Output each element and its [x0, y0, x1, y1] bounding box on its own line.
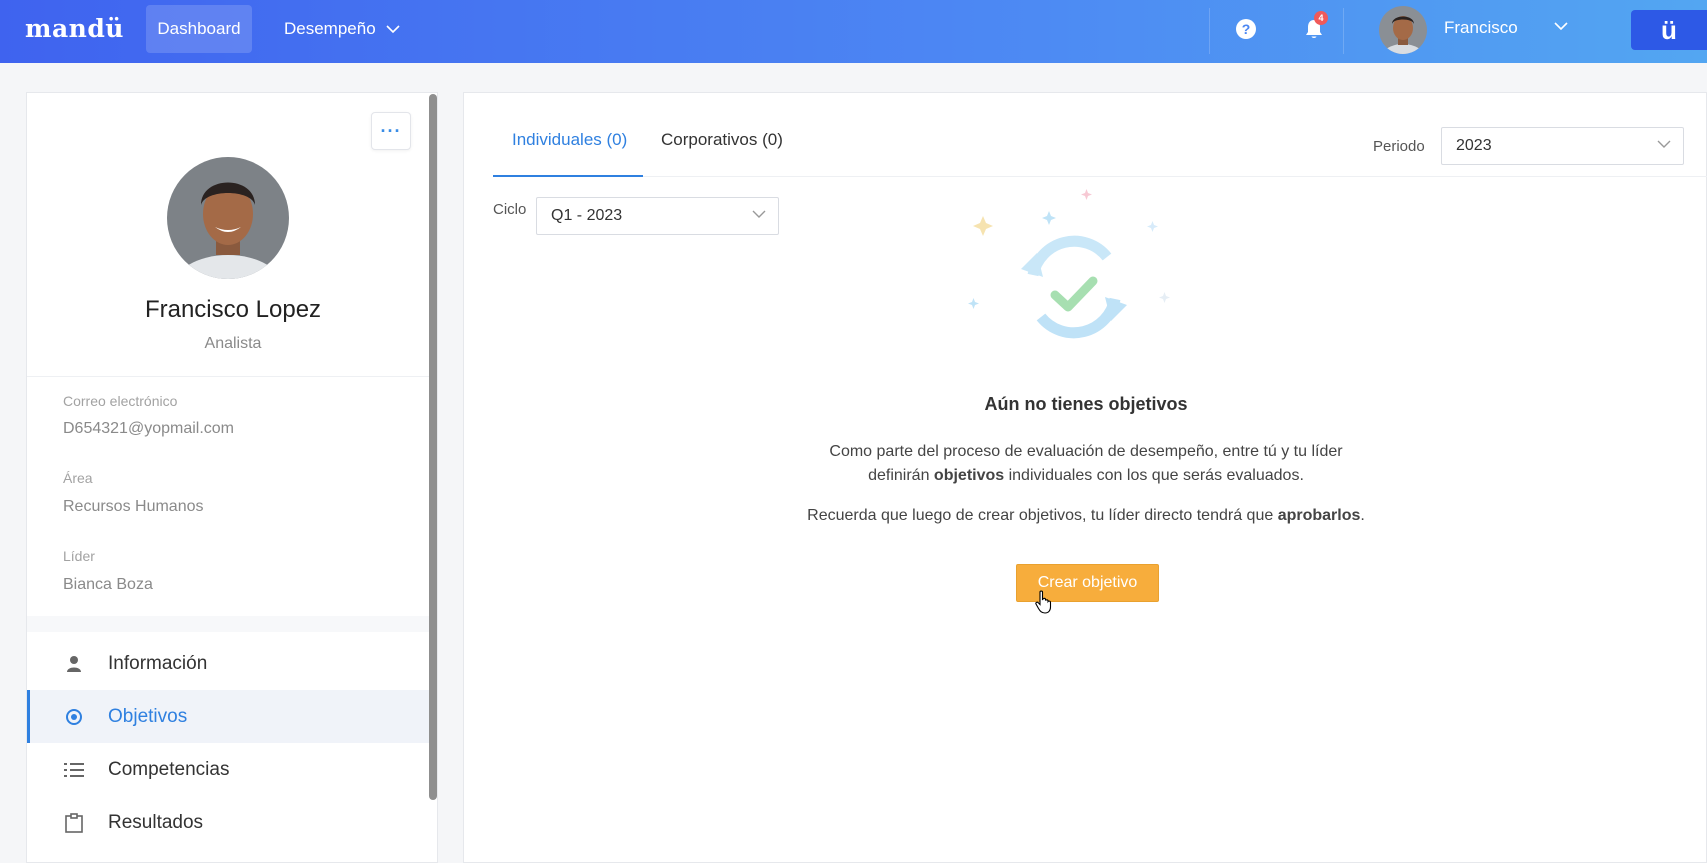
help-icon[interactable]: ?: [1236, 19, 1256, 39]
menu-item-objetivos[interactable]: Objetivos: [27, 690, 431, 743]
leader-value: Bianca Boza: [63, 576, 153, 593]
top-navbar: mandü Dashboard Desempeño ? 4 Francisco …: [0, 0, 1707, 63]
profile-name: Francisco Lopez: [144, 296, 322, 323]
menu-item-competencias[interactable]: Competencias: [27, 743, 431, 796]
chevron-down-icon[interactable]: [1554, 22, 1568, 31]
ciclo-value: Q1 - 2023: [551, 207, 623, 224]
user-name[interactable]: Francisco: [1444, 18, 1518, 38]
divider: [1343, 8, 1344, 54]
menu-item-resultados[interactable]: Resultados: [27, 796, 431, 849]
empty-state-description: Como parte del proceso de evaluación de …: [464, 440, 1707, 488]
nav-desempeno[interactable]: Desempeño: [284, 5, 400, 53]
email-label: Correo electrónico: [63, 393, 178, 409]
text-bold-fragment: aprobarlos: [1277, 507, 1361, 524]
periodo-label: Periodo: [1373, 138, 1425, 155]
empty-objectives-illustration: [968, 189, 1170, 339]
mandu-logo[interactable]: mandü: [25, 14, 124, 43]
list-icon: [63, 759, 85, 781]
menu-item-label: Competencias: [108, 758, 230, 780]
sidebar-scrollbar[interactable]: [429, 94, 437, 800]
nav-dashboard[interactable]: Dashboard: [146, 5, 252, 53]
text-fragment: .: [1360, 507, 1365, 524]
tabs-baseline: [493, 176, 1707, 177]
menu-item-label: Resultados: [108, 811, 204, 833]
chevron-down-icon: [1657, 140, 1671, 148]
profile-sidebar: ··· Francisco Lopez Analista Correo elec…: [26, 92, 438, 863]
user-icon: [63, 653, 85, 675]
notification-badge: 4: [1314, 11, 1328, 25]
divider: [27, 616, 437, 632]
tab-corporativos[interactable]: Corporativos (0): [661, 130, 783, 150]
periodo-select[interactable]: 2023: [1441, 127, 1684, 165]
area-label: Área: [63, 470, 93, 486]
chevron-down-icon: [386, 24, 400, 33]
text-fragment: Recuerda que luego de crear objetivos, t…: [807, 507, 1278, 524]
text-fragment: individuales con los que serás evaluados…: [1004, 467, 1304, 484]
menu-item-informacion[interactable]: Información: [27, 637, 431, 690]
hand-cursor-icon: [1035, 590, 1052, 614]
menu-item-label: Objetivos: [108, 705, 188, 727]
menu-item-label: Información: [108, 652, 208, 674]
more-options-button[interactable]: ···: [371, 112, 411, 150]
divider: [27, 376, 437, 377]
target-icon: [63, 706, 85, 728]
active-tab-indicator: [493, 175, 643, 177]
divider: [1209, 8, 1210, 54]
email-value: D654321@yopmail.com: [63, 420, 234, 437]
text-fragment: definirán: [868, 467, 934, 484]
ciclo-select[interactable]: Q1 - 2023: [536, 197, 779, 235]
user-avatar[interactable]: [1379, 6, 1427, 54]
empty-state-reminder: Recuerda que luego de crear objetivos, t…: [464, 504, 1707, 528]
brand-button[interactable]: ü: [1631, 10, 1707, 50]
profile-role: Analista: [204, 335, 262, 352]
chevron-down-icon: [752, 210, 766, 218]
periodo-value: 2023: [1456, 137, 1492, 154]
tab-individuales[interactable]: Individuales (0): [512, 130, 627, 150]
description-line-2: definirán objetivos individuales con los…: [464, 464, 1707, 488]
leader-label: Líder: [63, 548, 95, 564]
objectives-panel: Individuales (0) Corporativos (0) Period…: [463, 92, 1707, 863]
text-bold-fragment: objetivos: [933, 467, 1005, 484]
nav-desempeno-label: Desempeño: [284, 19, 376, 38]
ciclo-label: Ciclo: [493, 201, 527, 218]
clipboard-icon: [63, 812, 85, 834]
description-line-1: Como parte del proceso de evaluación de …: [829, 443, 1343, 460]
empty-state-title: Aún no tienes objetivos: [984, 394, 1188, 414]
area-value: Recursos Humanos: [63, 498, 204, 515]
profile-avatar: [167, 157, 289, 279]
